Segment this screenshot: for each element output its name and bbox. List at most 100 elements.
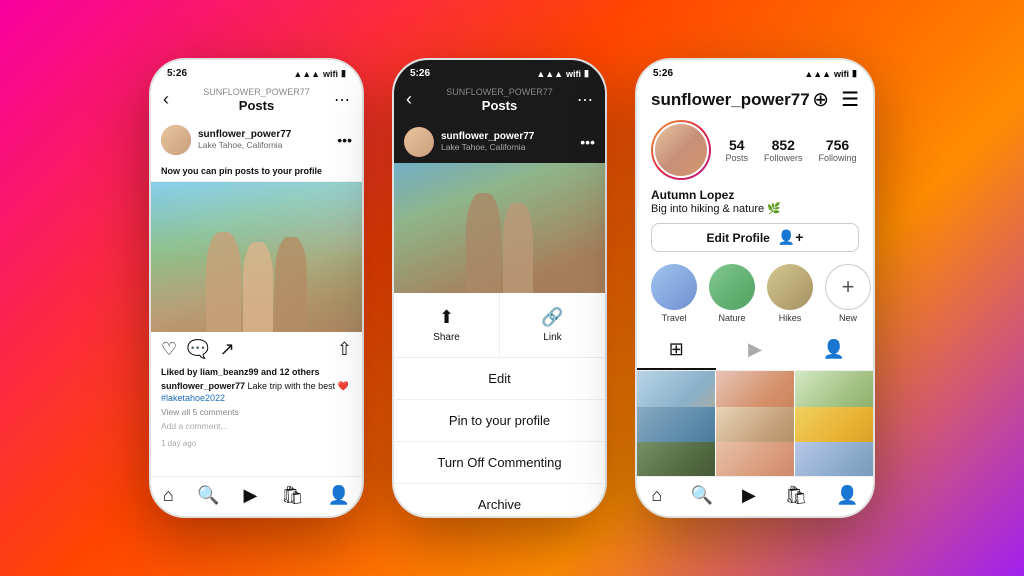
shop-icon-3[interactable]: 🛍 <box>785 485 808 506</box>
grid-cell-9[interactable] <box>795 442 873 476</box>
search-icon[interactable]: 🔍 <box>197 485 219 506</box>
add-post-icon[interactable]: ⊕ <box>812 87 829 112</box>
status-icons-2: ▲▲▲ wifi ▮ <box>536 68 589 79</box>
edit-menu-item[interactable]: Edit <box>394 358 605 400</box>
turn-off-commenting-item[interactable]: Turn Off Commenting <box>394 442 605 484</box>
post-username-2: sunflower_power77 <box>441 131 573 142</box>
home-icon[interactable]: ⌂ <box>163 485 174 506</box>
like-icon[interactable]: ♡ <box>161 339 177 360</box>
reels-icon[interactable]: ▶ <box>244 485 258 506</box>
profile-username: sunflower_power77 <box>651 90 810 110</box>
person-silhouette <box>275 237 307 332</box>
post-image-2 <box>394 163 605 293</box>
wifi-icon-3: wifi <box>834 69 849 79</box>
profile-header: sunflower_power77 ⊕ ☰ <box>637 83 873 120</box>
story-hikes[interactable]: Hikes <box>767 264 813 323</box>
profile-photo-grid <box>637 371 873 476</box>
share-action-icon: ⬆ <box>439 307 454 328</box>
user-avatar-2[interactable] <box>404 127 434 157</box>
story-hikes-circle <box>767 264 813 310</box>
more-dots-2[interactable]: ⋯ <box>577 90 593 110</box>
reels-icon-3[interactable]: ▶ <box>742 485 756 506</box>
tab-grid[interactable]: ⊞ <box>637 331 716 370</box>
post-caption: sunflower_power77 Lake trip with the bes… <box>161 380 352 405</box>
phone-1: 5:26 ▲▲▲ wifi ▮ ‹ SUNFLOWER_POWER77 Post… <box>149 58 364 518</box>
status-icons-1: ▲▲▲ wifi ▮ <box>293 68 346 79</box>
status-bar-2: 5:26 ▲▲▲ wifi ▮ <box>394 60 605 83</box>
signal-icon-3: ▲▲▲ <box>804 69 831 79</box>
share-action[interactable]: ⬆ Share <box>394 293 500 357</box>
comment-icon[interactable]: 💬 <box>187 339 209 360</box>
status-icons-3: ▲▲▲ wifi ▮ <box>804 68 857 79</box>
tab-reels[interactable]: ▶ <box>716 331 795 370</box>
home-icon-3[interactable]: ⌂ <box>651 485 662 506</box>
archive-menu-item[interactable]: Archive <box>394 484 605 518</box>
time-ago: 1 day ago <box>151 435 362 452</box>
bio-text: Big into hiking & nature 🌿 <box>651 202 859 215</box>
post-more-2[interactable]: ••• <box>580 134 595 150</box>
top-nav-2: ‹ SUNFLOWER_POWER77 Posts ⋯ <box>394 83 605 121</box>
post-header-2: sunflower_power77 Lake Tahoe, California… <box>394 121 605 163</box>
phone-3: 5:26 ▲▲▲ wifi ▮ sunflower_power77 ⊕ ☰ 54 <box>635 58 875 518</box>
bookmark-icon[interactable]: ⇧ <box>337 339 352 360</box>
following-stat[interactable]: 756 Following <box>819 137 857 163</box>
battery-icon-3: ▮ <box>852 68 857 79</box>
pin-menu-item[interactable]: Pin to your profile <box>394 400 605 442</box>
post-user-info-1: sunflower_power77 Lake Tahoe, California <box>198 129 330 150</box>
posts-stat: 54 Posts <box>725 137 748 163</box>
nav-username-2: SUNFLOWER_POWER77 <box>446 87 553 98</box>
followers-stat[interactable]: 852 Followers <box>764 137 803 163</box>
nav-title-2: Posts <box>446 98 553 113</box>
phone-2: 5:26 ▲▲▲ wifi ▮ ‹ SUNFLOWER_POWER77 Post… <box>392 58 607 518</box>
more-dots-1[interactable]: ⋯ <box>334 90 350 110</box>
grid-cell-7[interactable] <box>637 442 715 476</box>
post-actions-1: ♡ 💬 ↗ ⇧ <box>151 332 362 367</box>
profile-header-icons: ⊕ ☰ <box>812 87 859 112</box>
bottom-nav-3: ⌂ 🔍 ▶ 🛍 👤 <box>637 476 873 516</box>
post-location-2: Lake Tahoe, California <box>441 142 573 152</box>
context-menu: ⬆ Share 🔗 Link Edit Pin to your profile … <box>394 293 605 518</box>
story-new[interactable]: + New <box>825 264 871 323</box>
post-username-1: sunflower_power77 <box>198 129 330 140</box>
back-arrow-2[interactable]: ‹ <box>406 89 412 110</box>
add-comment[interactable]: Add a comment... <box>161 421 352 431</box>
hamburger-icon[interactable]: ☰ <box>841 87 859 112</box>
grid-cell-8[interactable] <box>716 442 794 476</box>
story-nature[interactable]: Nature <box>709 264 755 323</box>
share-icon[interactable]: ↗ <box>220 339 235 360</box>
nav-username-1: SUNFLOWER_POWER77 <box>203 87 310 98</box>
signal-icon: ▲▲▲ <box>293 69 320 79</box>
time-2: 5:26 <box>410 68 430 79</box>
likes-row: Liked by liam_beanz99 and 12 others <box>161 367 352 377</box>
back-arrow-1[interactable]: ‹ <box>163 89 169 110</box>
status-bar-1: 5:26 ▲▲▲ wifi ▮ <box>151 60 362 83</box>
bottom-nav-1: ⌂ 🔍 ▶ 🛍 👤 <box>151 476 362 516</box>
post-location-1: Lake Tahoe, California <box>198 140 330 150</box>
link-action[interactable]: 🔗 Link <box>500 293 605 357</box>
story-travel-circle <box>651 264 697 310</box>
user-avatar-1[interactable] <box>161 125 191 155</box>
edit-profile-button[interactable]: Edit Profile 👤+ <box>651 223 859 252</box>
shop-icon[interactable]: 🛍 <box>281 485 304 506</box>
post-user-info-2: sunflower_power77 Lake Tahoe, California <box>441 131 573 152</box>
profile-stats: 54 Posts 852 Followers 756 Following <box>723 137 859 163</box>
tab-tagged[interactable]: 👤 <box>794 331 873 370</box>
top-nav-1: ‹ SUNFLOWER_POWER77 Posts ⋯ <box>151 83 362 119</box>
story-travel[interactable]: Travel <box>651 264 697 323</box>
add-person-icon: 👤+ <box>778 229 804 246</box>
view-comments[interactable]: View all 5 comments <box>161 407 352 417</box>
post-more-1[interactable]: ••• <box>337 132 352 148</box>
wifi-icon-2: wifi <box>566 69 581 79</box>
post-header-1: sunflower_power77 Lake Tahoe, California… <box>151 119 362 161</box>
search-icon-3[interactable]: 🔍 <box>691 485 713 506</box>
time-1: 5:26 <box>167 68 187 79</box>
profile-avatar[interactable] <box>651 120 711 180</box>
pin-banner: Now you can pin posts to your profile <box>151 161 362 182</box>
nav-title-1: Posts <box>203 98 310 113</box>
battery-icon-2: ▮ <box>584 68 589 79</box>
profile-icon[interactable]: 👤 <box>328 485 350 506</box>
link-action-icon: 🔗 <box>541 307 563 328</box>
profile-icon-3[interactable]: 👤 <box>836 485 858 506</box>
post-image-1 <box>151 182 362 332</box>
profile-tabs: ⊞ ▶ 👤 <box>637 331 873 371</box>
